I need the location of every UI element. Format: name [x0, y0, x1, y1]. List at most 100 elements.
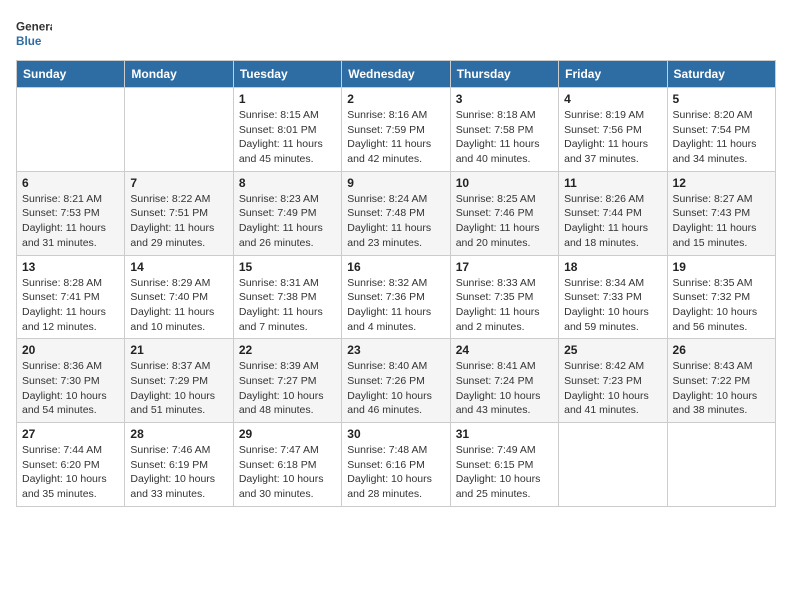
calendar-header-row: SundayMondayTuesdayWednesdayThursdayFrid…: [17, 61, 776, 88]
day-info: Sunrise: 8:27 AMSunset: 7:43 PMDaylight:…: [673, 192, 770, 251]
day-number: 28: [130, 427, 227, 441]
calendar-cell: 14 Sunrise: 8:29 AMSunset: 7:40 PMDayligh…: [125, 255, 233, 339]
day-number: 31: [456, 427, 553, 441]
calendar-cell: 17 Sunrise: 8:33 AMSunset: 7:35 PMDayligh…: [450, 255, 558, 339]
calendar-cell: 18 Sunrise: 8:34 AMSunset: 7:33 PMDayligh…: [559, 255, 667, 339]
day-info: Sunrise: 8:24 AMSunset: 7:48 PMDaylight:…: [347, 192, 444, 251]
day-info: Sunrise: 8:31 AMSunset: 7:38 PMDaylight:…: [239, 276, 336, 335]
day-info: Sunrise: 7:46 AMSunset: 6:19 PMDaylight:…: [130, 443, 227, 502]
day-info: Sunrise: 8:43 AMSunset: 7:22 PMDaylight:…: [673, 359, 770, 418]
header-day-monday: Monday: [125, 61, 233, 88]
day-number: 10: [456, 176, 553, 190]
calendar-table: SundayMondayTuesdayWednesdayThursdayFrid…: [16, 60, 776, 507]
day-number: 24: [456, 343, 553, 357]
day-number: 16: [347, 260, 444, 274]
day-number: 11: [564, 176, 661, 190]
day-number: 9: [347, 176, 444, 190]
day-number: 12: [673, 176, 770, 190]
calendar-cell: 2 Sunrise: 8:16 AMSunset: 7:59 PMDaylight…: [342, 88, 450, 172]
day-info: Sunrise: 8:18 AMSunset: 7:58 PMDaylight:…: [456, 108, 553, 167]
day-info: Sunrise: 8:20 AMSunset: 7:54 PMDaylight:…: [673, 108, 770, 167]
day-number: 3: [456, 92, 553, 106]
calendar-cell: 30 Sunrise: 7:48 AMSunset: 6:16 PMDayligh…: [342, 423, 450, 507]
day-info: Sunrise: 8:22 AMSunset: 7:51 PMDaylight:…: [130, 192, 227, 251]
calendar-cell: 4Sunrise: 8:19 AMSunset: 7:56 PMDaylight…: [559, 88, 667, 172]
calendar-cell: [17, 88, 125, 172]
day-info: Sunrise: 8:42 AMSunset: 7:23 PMDaylight:…: [564, 359, 661, 418]
day-number: 8: [239, 176, 336, 190]
day-info: Sunrise: 8:15 AMSunset: 8:01 PMDaylight:…: [239, 108, 336, 167]
calendar-cell: 16 Sunrise: 8:32 AMSunset: 7:36 PMDayligh…: [342, 255, 450, 339]
day-number: 1: [239, 92, 336, 106]
day-info: Sunrise: 8:28 AMSunset: 7:41 PMDaylight:…: [22, 276, 119, 335]
week-row-4: 27Sunrise: 7:44 AMSunset: 6:20 PMDayligh…: [17, 423, 776, 507]
calendar-cell: 6Sunrise: 8:21 AMSunset: 7:53 PMDaylight…: [17, 171, 125, 255]
day-info: Sunrise: 8:29 AMSunset: 7:40 PMDaylight:…: [130, 276, 227, 335]
calendar-cell: [667, 423, 775, 507]
header-day-tuesday: Tuesday: [233, 61, 341, 88]
calendar-cell: 5Sunrise: 8:20 AMSunset: 7:54 PMDaylight…: [667, 88, 775, 172]
day-number: 14: [130, 260, 227, 274]
calendar-cell: [559, 423, 667, 507]
day-info: Sunrise: 8:34 AMSunset: 7:33 PMDaylight:…: [564, 276, 661, 335]
calendar-cell: 10Sunrise: 8:25 AMSunset: 7:46 PMDayligh…: [450, 171, 558, 255]
day-number: 22: [239, 343, 336, 357]
day-info: Sunrise: 8:23 AMSunset: 7:49 PMDaylight:…: [239, 192, 336, 251]
calendar-cell: 8 Sunrise: 8:23 AMSunset: 7:49 PMDaylight…: [233, 171, 341, 255]
calendar-cell: 29 Sunrise: 7:47 AMSunset: 6:18 PMDayligh…: [233, 423, 341, 507]
calendar-cell: 23 Sunrise: 8:40 AMSunset: 7:26 PMDayligh…: [342, 339, 450, 423]
day-number: 18: [564, 260, 661, 274]
calendar-cell: 22 Sunrise: 8:39 AMSunset: 7:27 PMDayligh…: [233, 339, 341, 423]
day-info: Sunrise: 7:47 AMSunset: 6:18 PMDaylight:…: [239, 443, 336, 502]
calendar-cell: 28 Sunrise: 7:46 AMSunset: 6:19 PMDayligh…: [125, 423, 233, 507]
day-number: 30: [347, 427, 444, 441]
day-info: Sunrise: 8:41 AMSunset: 7:24 PMDaylight:…: [456, 359, 553, 418]
calendar-cell: 13Sunrise: 8:28 AMSunset: 7:41 PMDayligh…: [17, 255, 125, 339]
day-number: 2: [347, 92, 444, 106]
calendar-cell: [125, 88, 233, 172]
day-number: 26: [673, 343, 770, 357]
logo-icon: General Blue: [16, 16, 52, 52]
day-number: 20: [22, 343, 119, 357]
day-number: 29: [239, 427, 336, 441]
day-info: Sunrise: 8:40 AMSunset: 7:26 PMDaylight:…: [347, 359, 444, 418]
day-info: Sunrise: 7:49 AMSunset: 6:15 PMDaylight:…: [456, 443, 553, 502]
day-number: 23: [347, 343, 444, 357]
week-row-2: 13Sunrise: 8:28 AMSunset: 7:41 PMDayligh…: [17, 255, 776, 339]
day-info: Sunrise: 8:35 AMSunset: 7:32 PMDaylight:…: [673, 276, 770, 335]
week-row-1: 6Sunrise: 8:21 AMSunset: 7:53 PMDaylight…: [17, 171, 776, 255]
calendar-cell: 1 Sunrise: 8:15 AMSunset: 8:01 PMDaylight…: [233, 88, 341, 172]
calendar-cell: 25 Sunrise: 8:42 AMSunset: 7:23 PMDayligh…: [559, 339, 667, 423]
day-info: Sunrise: 8:36 AMSunset: 7:30 PMDaylight:…: [22, 359, 119, 418]
calendar-body: 1 Sunrise: 8:15 AMSunset: 8:01 PMDaylight…: [17, 88, 776, 507]
day-info: Sunrise: 8:39 AMSunset: 7:27 PMDaylight:…: [239, 359, 336, 418]
day-info: Sunrise: 8:33 AMSunset: 7:35 PMDaylight:…: [456, 276, 553, 335]
week-row-3: 20 Sunrise: 8:36 AMSunset: 7:30 PMDayligh…: [17, 339, 776, 423]
day-number: 15: [239, 260, 336, 274]
day-info: Sunrise: 8:19 AMSunset: 7:56 PMDaylight:…: [564, 108, 661, 167]
calendar-cell: 15 Sunrise: 8:31 AMSunset: 7:38 PMDayligh…: [233, 255, 341, 339]
calendar-cell: 3 Sunrise: 8:18 AMSunset: 7:58 PMDaylight…: [450, 88, 558, 172]
calendar-cell: 24 Sunrise: 8:41 AMSunset: 7:24 PMDayligh…: [450, 339, 558, 423]
day-number: 6: [22, 176, 119, 190]
calendar-cell: 11Sunrise: 8:26 AMSunset: 7:44 PMDayligh…: [559, 171, 667, 255]
svg-text:General: General: [16, 20, 52, 33]
calendar-cell: 21Sunrise: 8:37 AMSunset: 7:29 PMDayligh…: [125, 339, 233, 423]
day-number: 17: [456, 260, 553, 274]
header-day-saturday: Saturday: [667, 61, 775, 88]
calendar-cell: 7Sunrise: 8:22 AMSunset: 7:51 PMDaylight…: [125, 171, 233, 255]
calendar-cell: 20 Sunrise: 8:36 AMSunset: 7:30 PMDayligh…: [17, 339, 125, 423]
calendar-cell: 9 Sunrise: 8:24 AMSunset: 7:48 PMDaylight…: [342, 171, 450, 255]
header-day-wednesday: Wednesday: [342, 61, 450, 88]
day-info: Sunrise: 8:16 AMSunset: 7:59 PMDaylight:…: [347, 108, 444, 167]
day-info: Sunrise: 7:48 AMSunset: 6:16 PMDaylight:…: [347, 443, 444, 502]
logo: General Blue: [16, 16, 52, 52]
day-number: 19: [673, 260, 770, 274]
day-number: 21: [130, 343, 227, 357]
week-row-0: 1 Sunrise: 8:15 AMSunset: 8:01 PMDaylight…: [17, 88, 776, 172]
day-number: 25: [564, 343, 661, 357]
calendar-cell: 31 Sunrise: 7:49 AMSunset: 6:15 PMDayligh…: [450, 423, 558, 507]
calendar-cell: 12 Sunrise: 8:27 AMSunset: 7:43 PMDayligh…: [667, 171, 775, 255]
calendar-cell: 27Sunrise: 7:44 AMSunset: 6:20 PMDayligh…: [17, 423, 125, 507]
day-info: Sunrise: 8:32 AMSunset: 7:36 PMDaylight:…: [347, 276, 444, 335]
